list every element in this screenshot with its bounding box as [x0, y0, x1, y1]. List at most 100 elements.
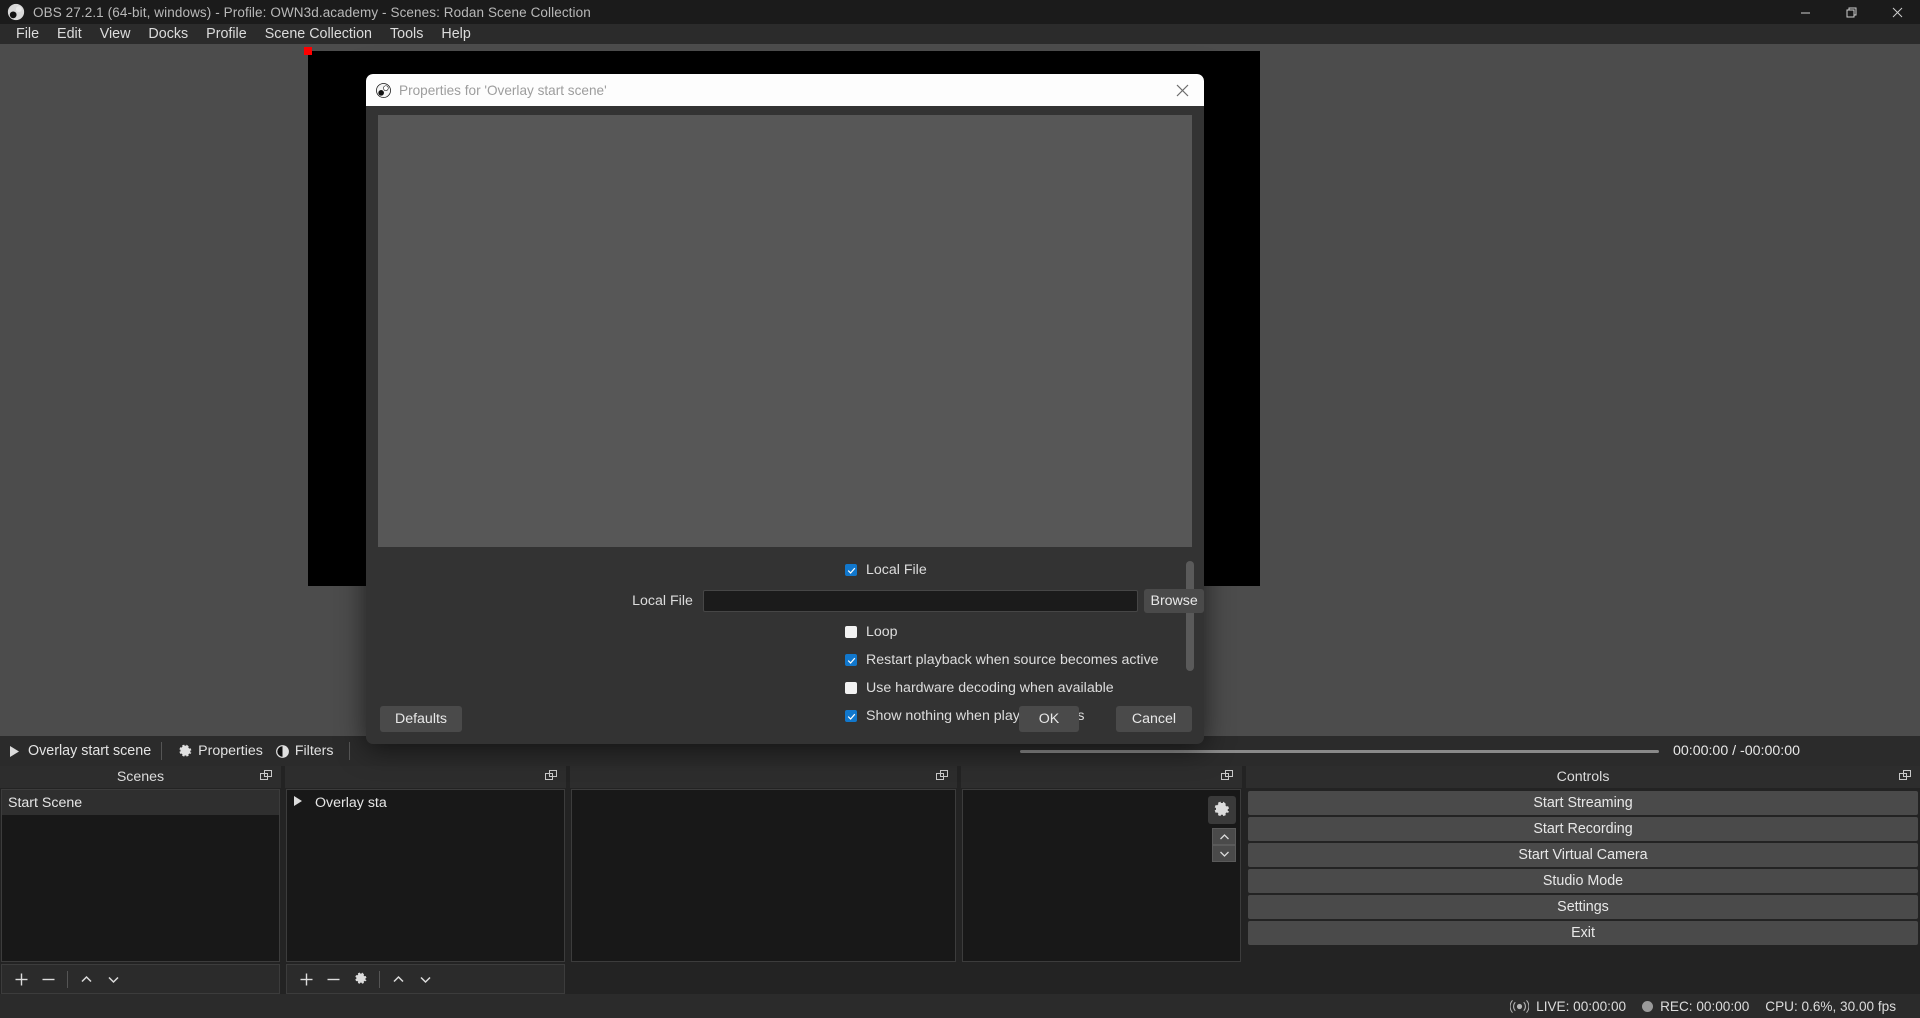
transition-duration-stepper[interactable] [1212, 828, 1236, 862]
docks-row: Scenes Start Scene [0, 766, 1920, 994]
move-up-icon[interactable] [73, 966, 100, 992]
restart-checkbox-row[interactable]: Restart playback when source becomes act… [366, 646, 1204, 674]
dialog-footer: Defaults OK Cancel [366, 706, 1204, 732]
sources-dock-header [285, 766, 566, 788]
close-icon[interactable] [1874, 0, 1920, 24]
scene-name: Start Scene [8, 795, 82, 811]
dialog-title: Properties for 'Overlay start scene' [399, 83, 607, 98]
local-file-label: Local File [366, 593, 703, 609]
broadcast-icon [1510, 1000, 1529, 1013]
sources-dock: Overlay sta [285, 766, 566, 994]
dialog-title-bar: Properties for 'Overlay start scene' [366, 74, 1204, 106]
move-down-icon[interactable] [100, 966, 127, 992]
window-title: OBS 27.2.1 (64-bit, windows) - Profile: … [33, 5, 591, 20]
menu-tools[interactable]: Tools [381, 24, 432, 44]
filters-button[interactable]: Filters [269, 740, 340, 762]
media-seek-slider[interactable] [1020, 750, 1659, 753]
float-dock-icon[interactable] [936, 770, 949, 787]
menu-file[interactable]: File [7, 24, 48, 44]
filters-label: Filters [295, 743, 334, 759]
remove-icon[interactable] [35, 966, 62, 992]
local-file-checkbox[interactable] [845, 564, 857, 576]
move-up-icon[interactable] [385, 966, 412, 992]
controls-button-stack: Start Streaming Start Recording Start Vi… [1246, 790, 1920, 994]
hwdecode-label: Use hardware decoding when available [866, 680, 1114, 696]
exit-button[interactable]: Exit [1248, 921, 1918, 945]
gear-icon[interactable] [347, 966, 374, 992]
loop-label: Loop [866, 624, 898, 640]
start-recording-button[interactable]: Start Recording [1248, 817, 1918, 841]
float-dock-icon[interactable] [1221, 770, 1234, 787]
record-dot-icon [1642, 1001, 1653, 1012]
obs-main-window: OBS 27.2.1 (64-bit, windows) - Profile: … [0, 0, 1920, 1018]
cancel-button[interactable]: Cancel [1116, 706, 1192, 732]
live-time: LIVE: 00:00:00 [1536, 999, 1626, 1014]
studio-mode-button[interactable]: Studio Mode [1248, 869, 1918, 893]
toolbar-divider [161, 742, 162, 760]
title-bar: OBS 27.2.1 (64-bit, windows) - Profile: … [0, 0, 1920, 24]
menu-bar: File Edit View Docks Profile Scene Colle… [0, 24, 1920, 44]
remove-icon[interactable] [320, 966, 347, 992]
menu-help[interactable]: Help [432, 24, 479, 44]
menu-profile[interactable]: Profile [197, 24, 256, 44]
scenes-dock: Scenes Start Scene [0, 766, 281, 994]
filters-icon [275, 744, 290, 759]
local-file-checkbox-row[interactable]: Local File [366, 556, 1204, 584]
browse-button[interactable]: Browse [1144, 589, 1204, 613]
loop-checkbox[interactable] [845, 626, 857, 638]
transitions-dock-header [961, 766, 1242, 788]
hwdecode-checkbox[interactable] [845, 682, 857, 694]
settings-button[interactable]: Settings [1248, 895, 1918, 919]
sources-list[interactable]: Overlay sta [286, 789, 565, 962]
restart-checkbox[interactable] [845, 654, 857, 666]
properties-button[interactable]: Properties [172, 740, 269, 762]
menu-view[interactable]: View [91, 24, 140, 44]
list-item[interactable]: Overlay sta [287, 790, 564, 815]
menu-scene-collection[interactable]: Scene Collection [256, 24, 381, 44]
selection-handle[interactable] [304, 47, 312, 55]
rec-status: REC: 00:00:00 [1642, 999, 1749, 1014]
float-dock-icon[interactable] [545, 770, 558, 787]
minimize-icon[interactable] [1782, 0, 1828, 24]
chevron-down-icon[interactable] [1212, 845, 1236, 862]
start-streaming-button[interactable]: Start Streaming [1248, 791, 1918, 815]
scenes-dock-title: Scenes [117, 769, 164, 785]
ok-button[interactable]: OK [1019, 706, 1079, 732]
transition-properties-gear-icon[interactable] [1208, 796, 1236, 824]
dialog-close-icon[interactable] [1160, 74, 1204, 106]
start-virtual-camera-button[interactable]: Start Virtual Camera [1248, 843, 1918, 867]
chevron-up-icon[interactable] [1212, 828, 1236, 845]
float-dock-icon[interactable] [260, 770, 273, 787]
audio-mixer-dock [570, 766, 957, 994]
toolbar-divider-2 [349, 742, 350, 760]
play-icon[interactable] [0, 745, 28, 758]
float-dock-icon[interactable] [1899, 770, 1912, 787]
dialog-source-preview [378, 115, 1192, 547]
local-file-input[interactable] [703, 590, 1138, 612]
scenes-toolbar [1, 964, 280, 994]
media-time: 00:00:00 / -00:00:00 [1673, 743, 1800, 759]
transitions-body[interactable] [962, 789, 1241, 962]
scenes-list[interactable]: Start Scene [1, 789, 280, 962]
obs-logo-icon [7, 3, 25, 21]
toolbar-divider [67, 971, 68, 988]
mixer-body[interactable] [571, 789, 956, 962]
menu-docks[interactable]: Docks [139, 24, 197, 44]
source-toolbar-name: Overlay start scene [28, 743, 151, 759]
add-icon[interactable] [293, 966, 320, 992]
controls-dock-title: Controls [1557, 769, 1610, 785]
loop-checkbox-row[interactable]: Loop [366, 618, 1204, 646]
mixer-dock-header [570, 766, 957, 788]
local-file-checkbox-label: Local File [866, 562, 927, 578]
defaults-button[interactable]: Defaults [380, 706, 462, 732]
menu-edit[interactable]: Edit [48, 24, 91, 44]
add-icon[interactable] [8, 966, 35, 992]
hwdecode-checkbox-row[interactable]: Use hardware decoding when available [366, 674, 1204, 702]
controls-dock-header: Controls [1246, 766, 1920, 788]
restart-label: Restart playback when source becomes act… [866, 652, 1159, 668]
gear-icon [178, 744, 193, 759]
list-item[interactable]: Start Scene [2, 790, 279, 815]
properties-dialog[interactable]: Properties for 'Overlay start scene' Loc… [366, 74, 1204, 744]
move-down-icon[interactable] [412, 966, 439, 992]
restore-icon[interactable] [1828, 0, 1874, 24]
